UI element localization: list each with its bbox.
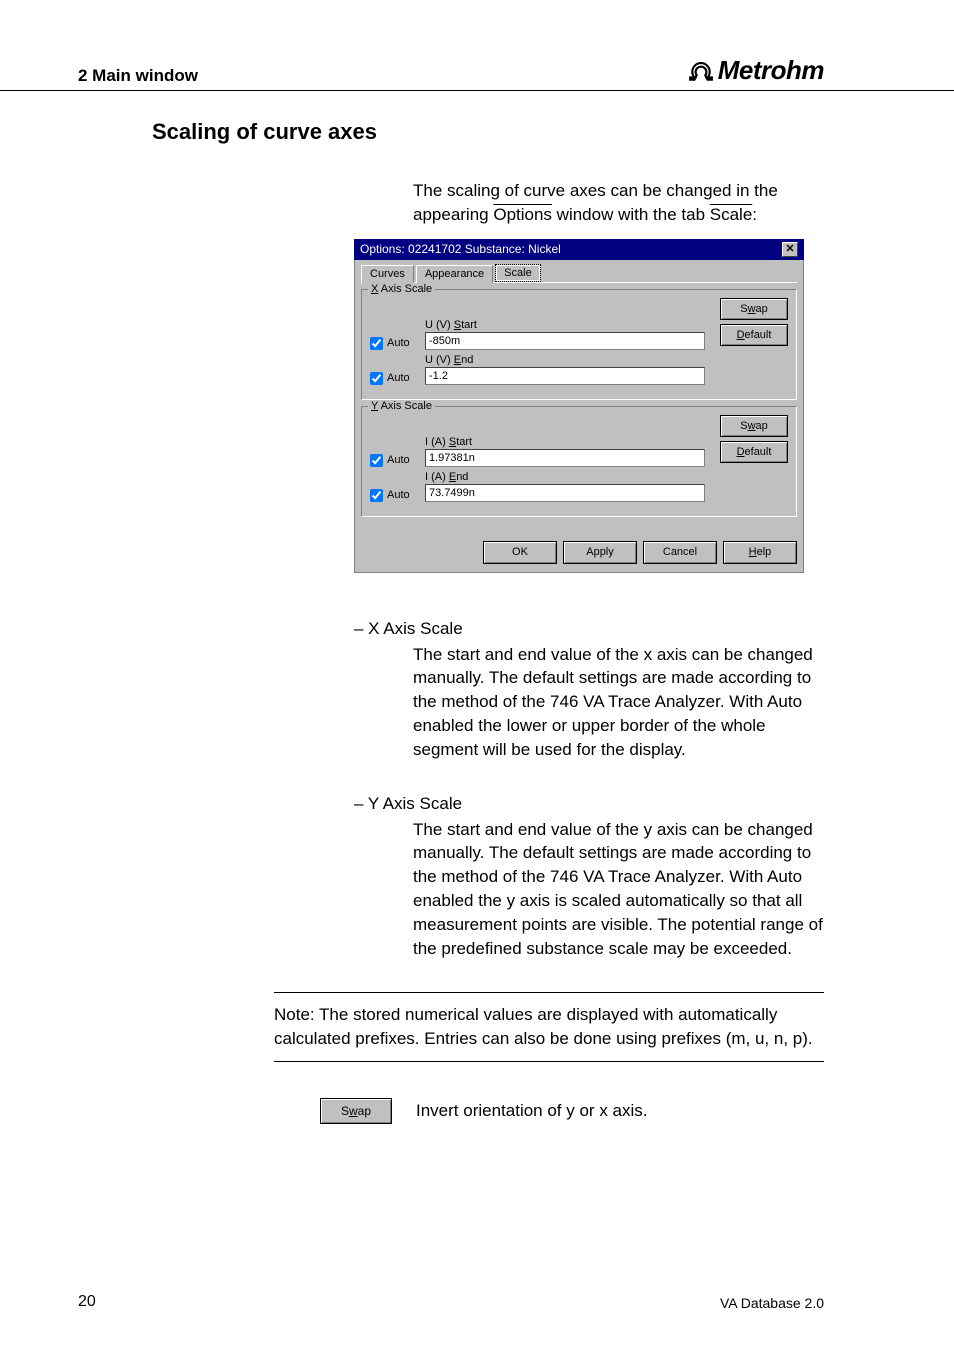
options-dialog: Options: 02241702 Substance: Nickel ✕ Cu… (354, 239, 804, 573)
x-end-input[interactable] (425, 367, 705, 385)
ok-button[interactable]: OK (483, 541, 557, 564)
y-axis-scale-group: Y Axis Scale Auto I (A) Start Swap Defau… (361, 406, 797, 517)
auto-label: Auto (387, 489, 410, 501)
dialog-body: Curves Appearance Scale X Axis Scale Aut… (354, 260, 804, 573)
tab-appearance[interactable]: Appearance (416, 265, 493, 283)
x-start-label: U (V) Start (425, 319, 705, 331)
dialog-titlebar[interactable]: Options: 02241702 Substance: Nickel ✕ (354, 239, 804, 260)
x-axis-scale-group: X Axis Scale Auto U (V) Start Swap Defau… (361, 289, 797, 400)
y-end-label: I (A) End (425, 471, 705, 483)
tab-curves[interactable]: Curves (361, 265, 414, 283)
dialog-button-row: OK Apply Cancel Help (361, 541, 797, 564)
x-start-auto-checkbox[interactable] (370, 337, 383, 350)
footer-right: VA Database 2.0 (720, 1295, 824, 1311)
y-end-input[interactable] (425, 484, 705, 502)
auto-label: Auto (387, 372, 410, 384)
x-swap-button[interactable]: Swap (720, 298, 788, 320)
cancel-button[interactable]: Cancel (643, 541, 717, 564)
y-start-label: I (A) Start (425, 436, 705, 448)
page-header: 2 Main window Metrohm (0, 0, 954, 91)
swap-button-illustration: Swap (320, 1098, 392, 1124)
x-axis-legend: X Axis Scale (368, 283, 435, 295)
y-axis-description: – Y Axis Scale The start and end value o… (354, 794, 824, 961)
description-block: – X Axis Scale The start and end value o… (354, 619, 824, 961)
auto-label: Auto (387, 454, 410, 466)
omega-icon (688, 58, 714, 84)
y-end-auto-checkbox[interactable] (370, 489, 383, 502)
y-default-button[interactable]: Default (720, 441, 788, 463)
y-start-input[interactable] (425, 449, 705, 467)
brand-logo: Metrohm (688, 55, 824, 86)
dialog-title: Options: 02241702 Substance: Nickel (360, 242, 561, 256)
auto-label: Auto (387, 337, 410, 349)
x-start-input[interactable] (425, 332, 705, 350)
close-icon[interactable]: ✕ (782, 242, 798, 257)
y-start-auto-checkbox[interactable] (370, 454, 383, 467)
y-swap-button[interactable]: Swap (720, 415, 788, 437)
swap-description: Invert orientation of y or x axis. (416, 1101, 648, 1121)
tab-scale[interactable]: Scale (495, 264, 541, 282)
header-section: 2 Main window (78, 66, 198, 86)
x-end-label: U (V) End (425, 354, 705, 366)
x-axis-description: – X Axis Scale The start and end value o… (354, 619, 824, 762)
tab-strip: Curves Appearance Scale (361, 264, 797, 283)
swap-description-row: Swap Invert orientation of y or x axis. (320, 1098, 954, 1124)
intro-paragraph: The scaling of curve axes can be changed… (413, 179, 824, 227)
help-button[interactable]: Help (723, 541, 797, 564)
x-default-button[interactable]: Default (720, 324, 788, 346)
x-end-auto-checkbox[interactable] (370, 372, 383, 385)
y-axis-legend: Y Axis Scale (368, 400, 435, 412)
section-title: Scaling of curve axes (152, 119, 954, 145)
note-block: Note: The stored numerical values are di… (274, 992, 824, 1062)
page-number: 20 (78, 1293, 96, 1311)
apply-button[interactable]: Apply (563, 541, 637, 564)
